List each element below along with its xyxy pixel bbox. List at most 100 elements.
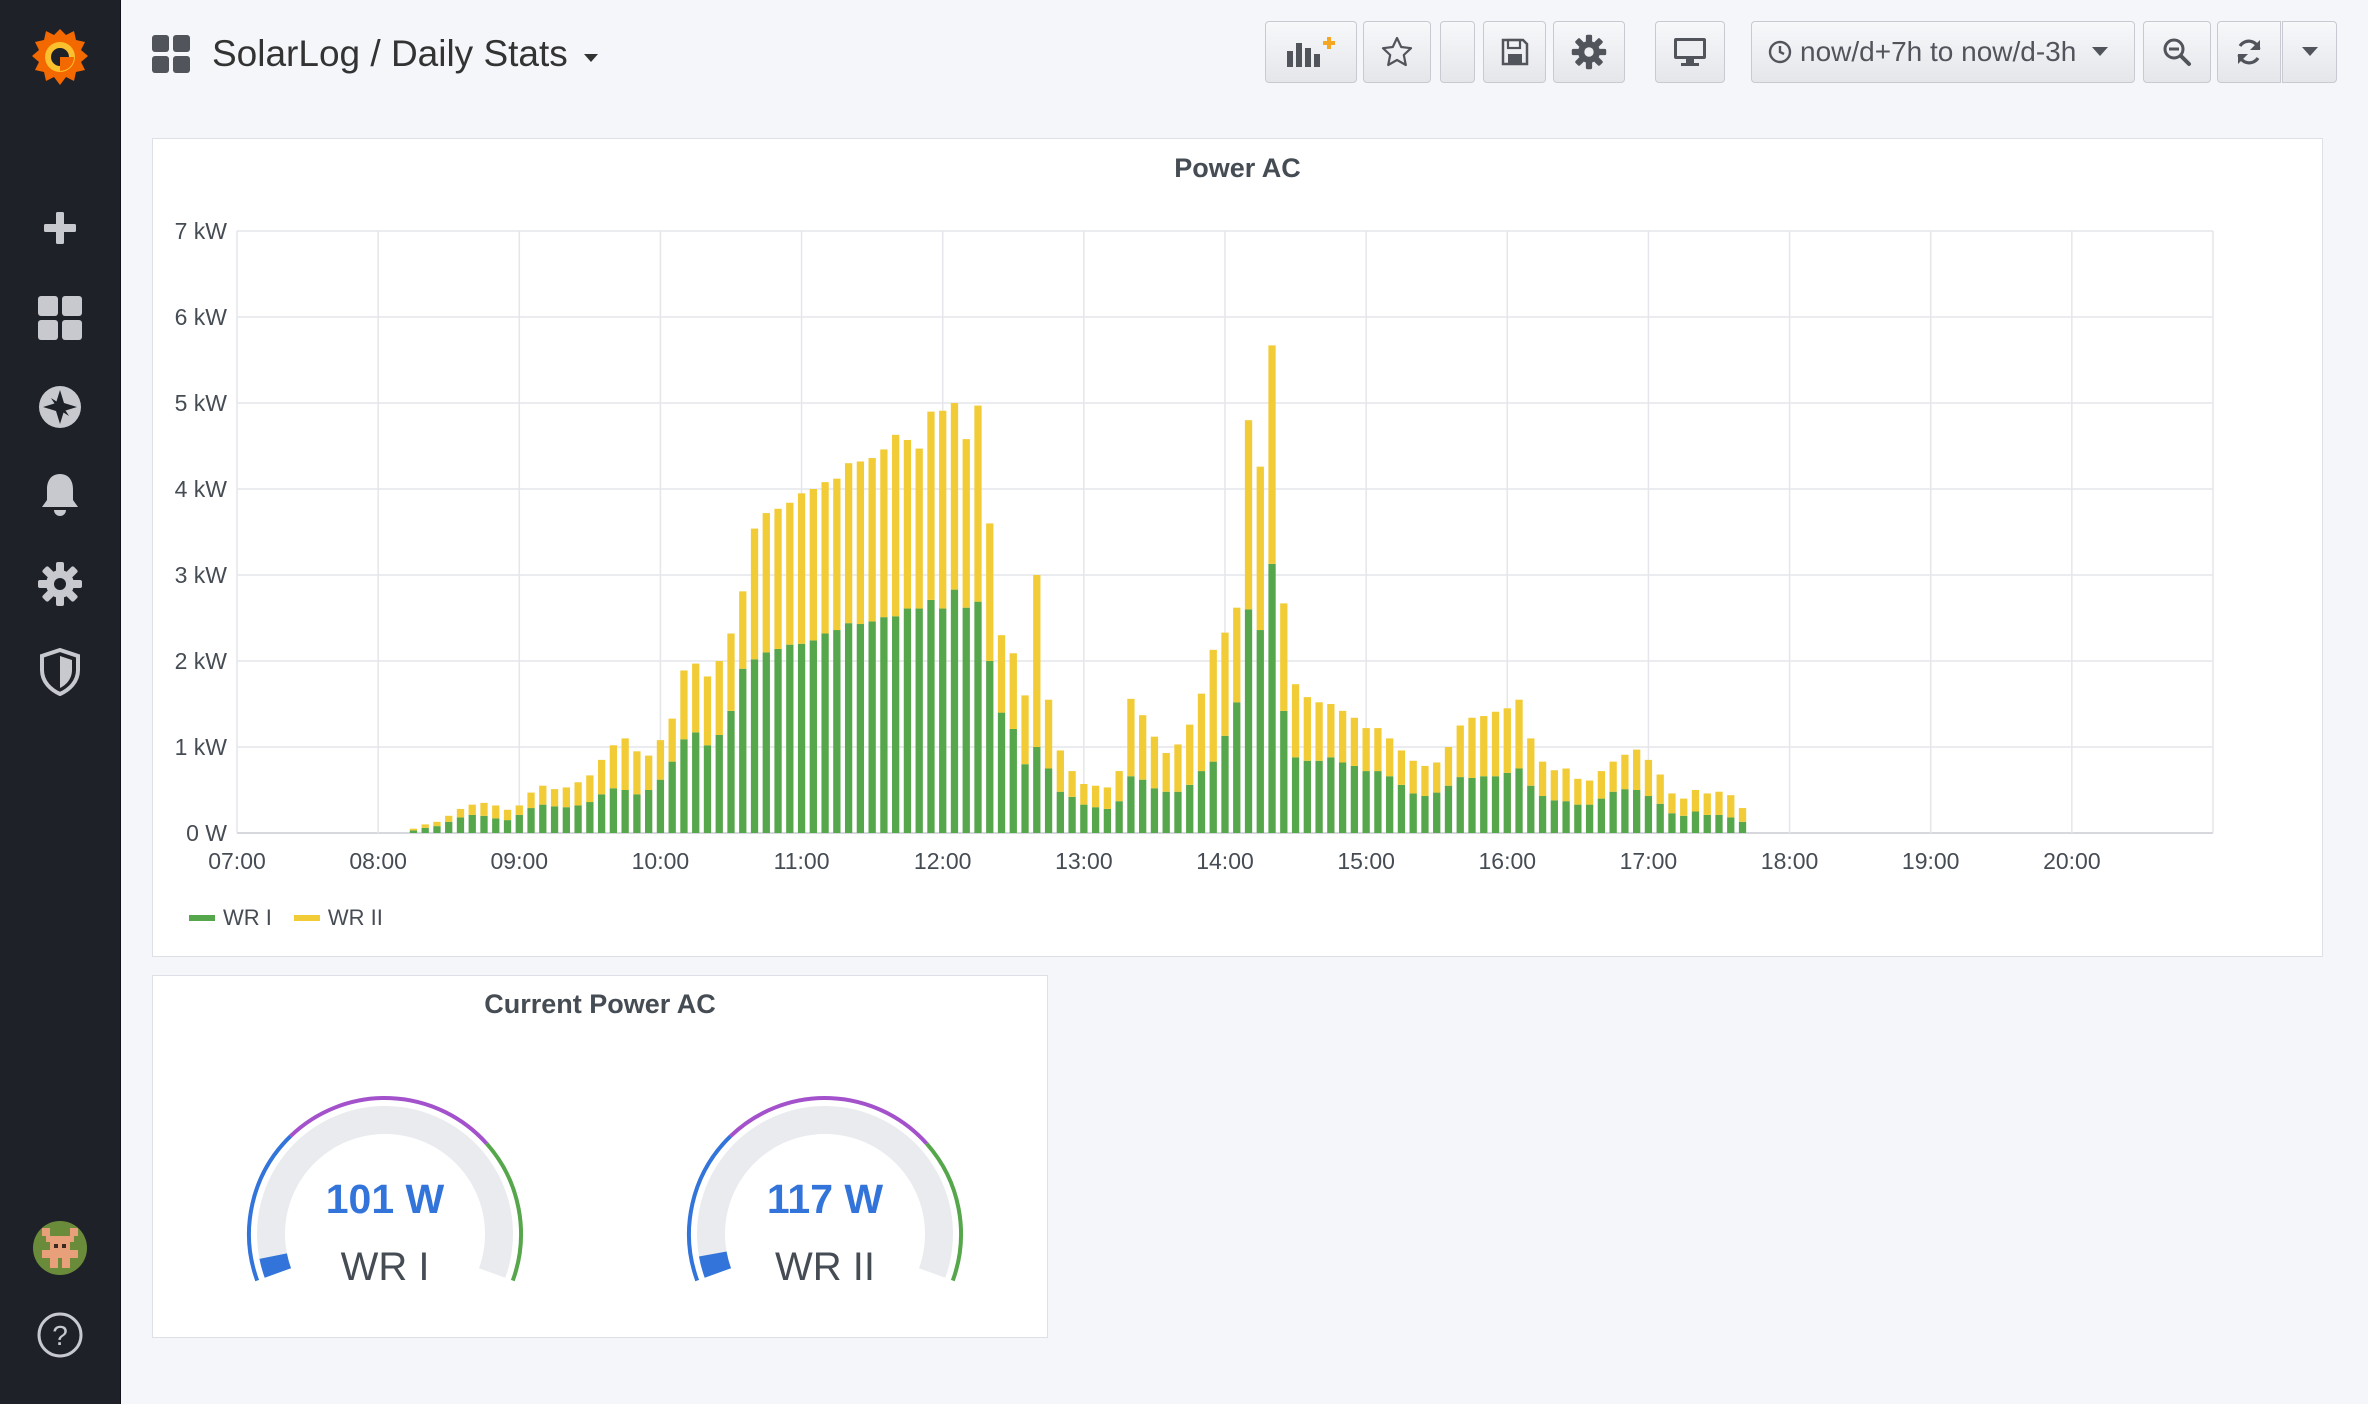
bar-wr1 <box>433 826 441 833</box>
y-tick-label: 1 kW <box>175 734 228 760</box>
side-menu: ? <box>0 0 121 1404</box>
bar-wr2 <box>597 759 606 795</box>
bar-wr2 <box>515 805 523 815</box>
dashboard-settings-button[interactable] <box>1553 21 1625 83</box>
bar-wr1 <box>1715 814 1723 833</box>
bar-wr2 <box>1127 698 1135 777</box>
bar-wr1 <box>927 599 935 833</box>
bar-wr2 <box>1350 717 1359 766</box>
x-tick-label: 14:00 <box>1196 848 1254 874</box>
bar-wr2 <box>1574 778 1582 805</box>
bar-wr1 <box>515 814 523 833</box>
help-button[interactable]: ? <box>0 1305 120 1365</box>
time-range-picker[interactable]: now/d+7h to now/d-3h <box>1751 21 2135 83</box>
add-panel-button[interactable] <box>1265 21 1357 83</box>
help-icon: ? <box>37 1312 83 1358</box>
bar-wr1 <box>715 734 723 833</box>
save-dashboard-button[interactable] <box>1483 21 1546 83</box>
x-tick-label: 12:00 <box>914 848 972 874</box>
shield-icon[interactable] <box>0 642 120 702</box>
bar-wr2 <box>1209 649 1217 762</box>
bar-wr2 <box>974 405 982 602</box>
bar-wr2 <box>986 523 994 661</box>
bar-wr1 <box>1644 796 1653 833</box>
bar-wr2 <box>727 633 735 711</box>
bar-wr1 <box>1585 804 1594 833</box>
bar-wr1 <box>833 630 841 833</box>
bar-wr1 <box>1680 815 1688 833</box>
bar-wr1 <box>797 643 806 833</box>
bar-wr2 <box>586 775 594 803</box>
tv-mode-button[interactable] <box>1655 21 1725 83</box>
compass-icon[interactable] <box>0 377 120 437</box>
bar-wr2 <box>1162 753 1170 792</box>
bar-wr2 <box>1103 787 1112 809</box>
bar-wr1 <box>1633 790 1641 833</box>
bar-wr1 <box>1409 793 1417 833</box>
bar-wr2 <box>762 513 770 653</box>
refresh-button[interactable] <box>2217 21 2281 83</box>
bar-wr1 <box>1480 776 1488 833</box>
bar-wr2 <box>1139 715 1147 780</box>
user-avatar-icon[interactable] <box>0 1218 120 1278</box>
plus-icon[interactable] <box>0 198 120 258</box>
legend-item-wr2[interactable]: WR II <box>293 905 383 931</box>
panel-title[interactable]: Power AC <box>153 153 2322 184</box>
x-tick-label: 08:00 <box>349 848 407 874</box>
bar-wr2 <box>527 792 535 809</box>
bar-wr2 <box>997 635 1006 713</box>
x-tick-label: 17:00 <box>1620 848 1678 874</box>
gear-icon[interactable] <box>0 554 120 614</box>
bar-wr1 <box>1609 791 1617 833</box>
bar-wr2 <box>1538 761 1547 797</box>
caret-down-icon <box>583 53 598 62</box>
bar-wr1 <box>456 817 465 833</box>
bar-wr2 <box>1080 783 1088 805</box>
bar-wr2 <box>1291 684 1300 758</box>
zoom-out-button[interactable] <box>2143 21 2211 83</box>
bar-wr1 <box>974 601 982 833</box>
bar-wr2 <box>715 661 723 735</box>
bar-wr1 <box>986 661 994 833</box>
bar-wr1 <box>1456 777 1464 833</box>
clock-icon <box>1768 40 1792 64</box>
power-ac-chart[interactable]: 0 W 1 kW 2 kW 3 kW 4 kW 5 kW 6 kW 7 kW 07:00 08:0… <box>153 139 2324 899</box>
refresh-interval-dropdown[interactable] <box>2282 21 2337 83</box>
share-dashboard-button[interactable] <box>1440 21 1475 83</box>
bar-wr2 <box>645 755 653 790</box>
bar-wr1 <box>1033 747 1041 833</box>
bar-wr1 <box>997 712 1006 833</box>
bar-wr2 <box>1374 728 1382 772</box>
y-tick-label: 3 kW <box>175 562 228 588</box>
bar-wr1 <box>750 659 759 833</box>
dashboard-picker[interactable]: SolarLog / Daily Stats <box>152 26 598 82</box>
dashboards-icon[interactable] <box>0 288 120 348</box>
bar-wr1 <box>1209 761 1217 833</box>
legend-item-wr1[interactable]: WR I <box>189 905 272 931</box>
legend-label: WR I <box>223 905 272 930</box>
bar-wr2 <box>892 434 900 617</box>
bar-wr1 <box>539 804 547 833</box>
bar-wr2 <box>915 448 923 609</box>
bar-wr1 <box>1538 796 1547 833</box>
dashboards-icon <box>152 35 190 73</box>
bar-wr2 <box>939 410 947 609</box>
bar-wr2 <box>1362 728 1370 772</box>
legend-swatch-wr2 <box>293 915 320 921</box>
bar-wr1 <box>621 790 629 833</box>
bar-wr2 <box>1303 697 1311 761</box>
bar-wr1 <box>1280 710 1288 833</box>
bar-wr2 <box>1456 725 1464 778</box>
bar-wr1 <box>421 827 429 833</box>
bar-wr2 <box>1150 736 1159 789</box>
grafana-logo-icon[interactable] <box>0 22 120 94</box>
bar-wr2 <box>1691 790 1700 812</box>
bar-wr1 <box>844 623 853 833</box>
bar-wr1 <box>550 806 559 833</box>
bell-icon[interactable] <box>0 465 120 525</box>
star-dashboard-button[interactable] <box>1363 21 1431 83</box>
legend-swatch-wr1 <box>189 915 215 921</box>
panel-title[interactable]: Current Power AC <box>153 989 1047 1020</box>
add-panel-icon <box>1287 37 1335 67</box>
bar-wr2 <box>868 458 876 622</box>
